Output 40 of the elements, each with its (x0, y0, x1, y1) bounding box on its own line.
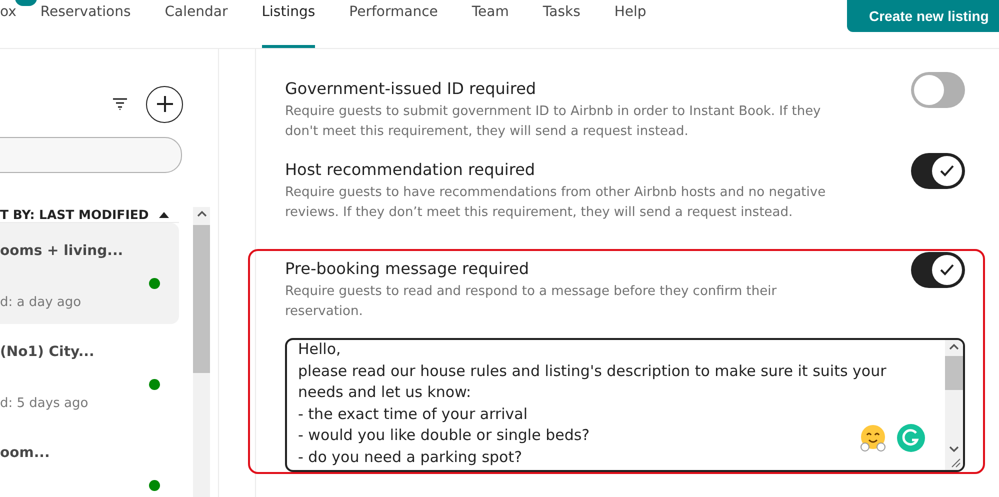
resize-handle-icon[interactable] (951, 458, 961, 468)
search-field[interactable] (0, 137, 182, 173)
nav-tab[interactable]: ox (0, 0, 16, 48)
plus-icon (154, 94, 174, 114)
listing-title: oom... (0, 445, 51, 463)
setting-description: Require guests to submit government ID to Airbnb in order to Instant Book. If they don't meet this requirement, they will send a request instead. (285, 103, 822, 141)
nav-tab[interactable]: Reservations (40, 0, 131, 48)
setting-description: Require guests to read and respond to a message before they confirm their reservation. (285, 283, 778, 321)
emoji-icon[interactable] (859, 424, 887, 452)
setting-title: Pre-booking message required (285, 259, 530, 278)
add-button[interactable] (146, 86, 183, 122)
scrollbar[interactable] (193, 207, 210, 497)
nav-tab[interactable]: Performance (349, 0, 438, 48)
nav-tab[interactable]: Team (472, 0, 509, 48)
message-field[interactable]: Hello, please read our house rules and listing's description to make sure it suits your needs and let us know: - the exact time of your arrival - would you like double or single beds? - do you need a parking spot? (285, 338, 965, 472)
scroll-down-icon[interactable] (949, 445, 959, 453)
create-listing-button[interactable]: Create new listing (847, 0, 999, 32)
sort-label[interactable]: T BY: LAST MODIFIED (0, 207, 149, 222)
last-modified-text: d: a day ago (0, 295, 82, 312)
listing-item[interactable]: ooms + living... d: a day ago (0, 223, 179, 324)
setting-description: Require guests to have recommendations from other Airbnb hosts and no negative reviews. If they don’t meet this requirement, they will send a request instead. (285, 184, 827, 222)
setting-title: Host recommendation required (285, 160, 536, 179)
filter-icon[interactable] (112, 98, 128, 110)
check-icon (940, 165, 954, 177)
nav-tab[interactable]: Listings (262, 0, 316, 48)
nav-tab[interactable]: Calendar (164, 0, 228, 48)
last-modified-text: d: 5 days ago (0, 396, 90, 413)
toggle-switch[interactable] (911, 252, 965, 288)
listing-title: (No1) City... (0, 344, 96, 362)
sort-arrow-icon[interactable] (158, 212, 169, 218)
setting-title: Government-issued ID required (285, 79, 538, 98)
scroll-up-icon[interactable] (949, 343, 959, 351)
toggle-switch[interactable] (911, 153, 965, 189)
scrollbar[interactable] (945, 340, 963, 470)
listing-title: ooms + living... (0, 243, 124, 261)
nav-tab[interactable]: Help (614, 0, 646, 48)
toggle-switch[interactable] (911, 72, 965, 108)
nav-tab[interactable]: Tasks (542, 0, 580, 48)
scroll-up-icon[interactable] (196, 210, 206, 218)
check-icon (940, 264, 954, 276)
